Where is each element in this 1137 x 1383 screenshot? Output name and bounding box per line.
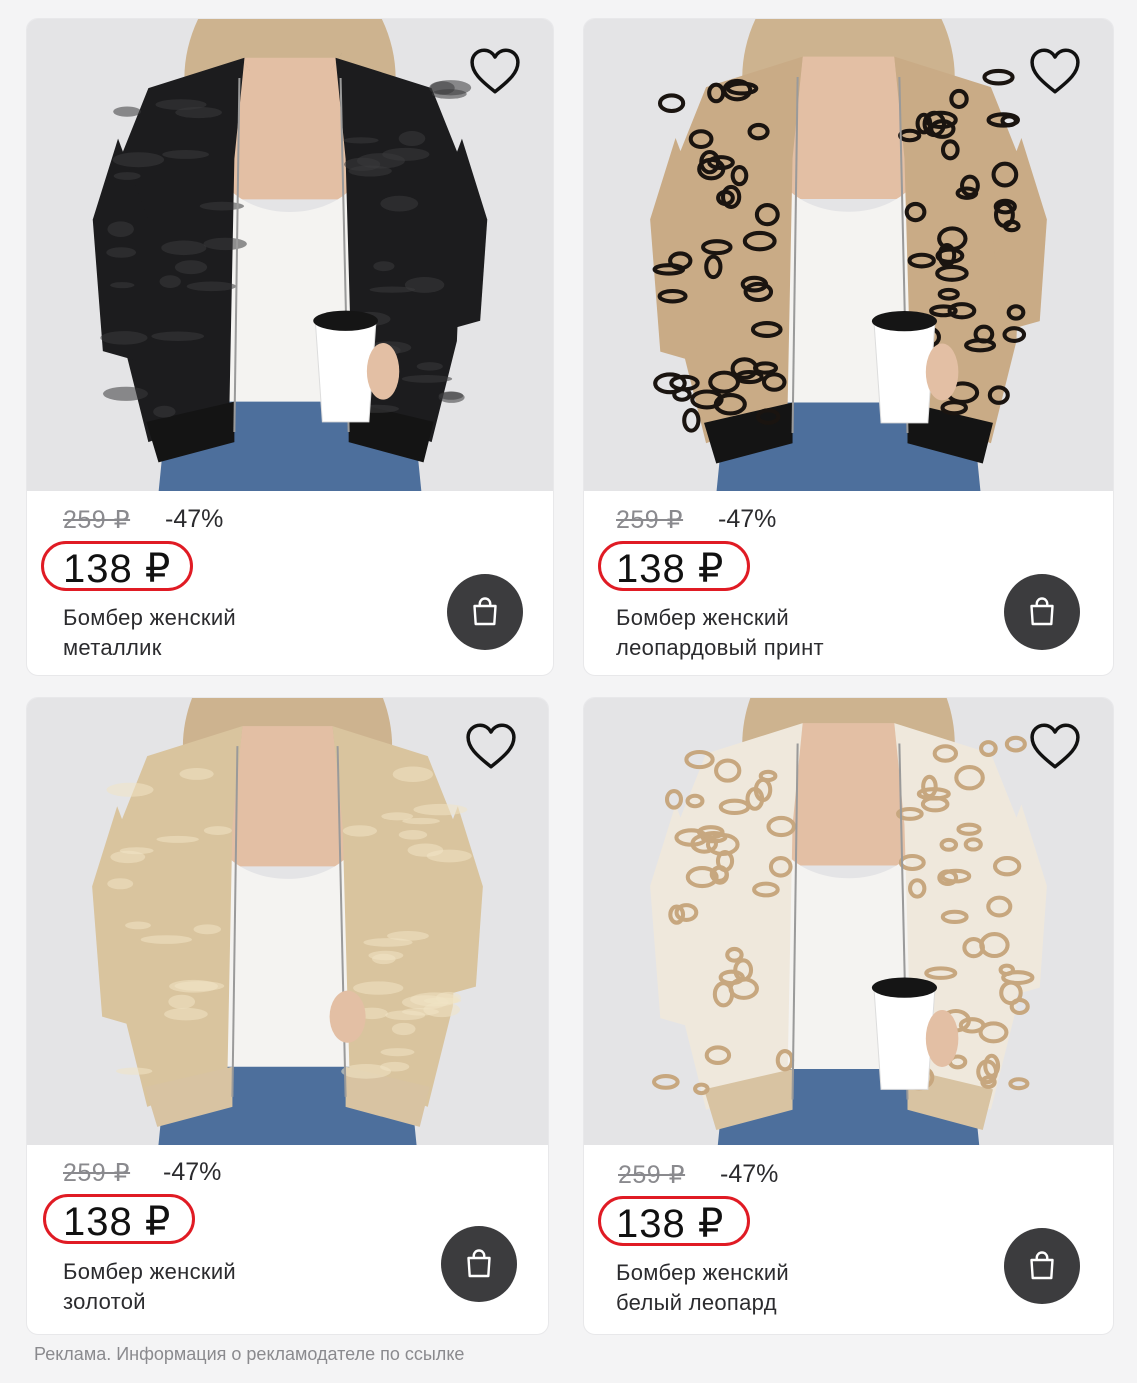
product-title-line: Бомбер женский: [63, 605, 236, 630]
old-price: 259 ₽: [63, 506, 131, 534]
discount-badge: -47%: [163, 1158, 222, 1186]
product-title-line: Бомбер женский: [616, 605, 789, 630]
product-title-line: белый леопард: [616, 1290, 777, 1315]
discount-badge: -47%: [720, 1160, 779, 1188]
old-price: 259 ₽: [616, 506, 684, 534]
shopping-bag-icon: [467, 1249, 491, 1278]
add-to-cart-button[interactable]: [447, 574, 523, 650]
product-title[interactable]: Бомбер женский леопардовый принт: [616, 603, 824, 663]
product-title-line: леопардовый принт: [616, 635, 824, 660]
product-card[interactable]: 259 ₽ -47% 138 ₽ Бомбер женский золотой: [26, 697, 549, 1335]
favorite-heart-icon[interactable]: [1028, 722, 1082, 770]
favorite-heart-icon[interactable]: [1028, 47, 1082, 95]
shopping-bag-icon: [473, 597, 497, 626]
add-to-cart-button[interactable]: [441, 1226, 517, 1302]
product-card[interactable]: 259 ₽ -47% 138 ₽ Бомбер женский белый ле…: [583, 697, 1114, 1335]
current-price: 138 ₽: [63, 547, 172, 591]
old-price: 259 ₽: [618, 1161, 686, 1189]
product-card[interactable]: 259 ₽ -47% 138 ₽ Бомбер женский металлик: [26, 18, 554, 676]
shopping-bag-icon: [1030, 1251, 1054, 1280]
advertising-disclaimer[interactable]: Реклама. Информация о рекламодателе по с…: [34, 1344, 464, 1365]
favorite-heart-icon[interactable]: [464, 722, 518, 770]
discount-badge: -47%: [718, 505, 777, 533]
product-card[interactable]: 259 ₽ -47% 138 ₽ Бомбер женский леопардо…: [583, 18, 1114, 676]
product-title[interactable]: Бомбер женский золотой: [63, 1257, 236, 1317]
favorite-heart-icon[interactable]: [468, 47, 522, 95]
current-price: 138 ₽: [616, 1202, 725, 1246]
product-title-line: Бомбер женский: [63, 1259, 236, 1284]
product-title-line: металлик: [63, 635, 162, 660]
current-price: 138 ₽: [616, 547, 725, 591]
current-price: 138 ₽: [63, 1200, 172, 1244]
old-price: 259 ₽: [63, 1159, 131, 1187]
add-to-cart-button[interactable]: [1004, 574, 1080, 650]
shopping-bag-icon: [1030, 597, 1054, 626]
product-title[interactable]: Бомбер женский металлик: [63, 603, 236, 663]
add-to-cart-button[interactable]: [1004, 1228, 1080, 1304]
product-title[interactable]: Бомбер женский белый леопард: [616, 1258, 789, 1318]
product-title-line: золотой: [63, 1289, 146, 1314]
product-title-line: Бомбер женский: [616, 1260, 789, 1285]
discount-badge: -47%: [165, 505, 224, 533]
